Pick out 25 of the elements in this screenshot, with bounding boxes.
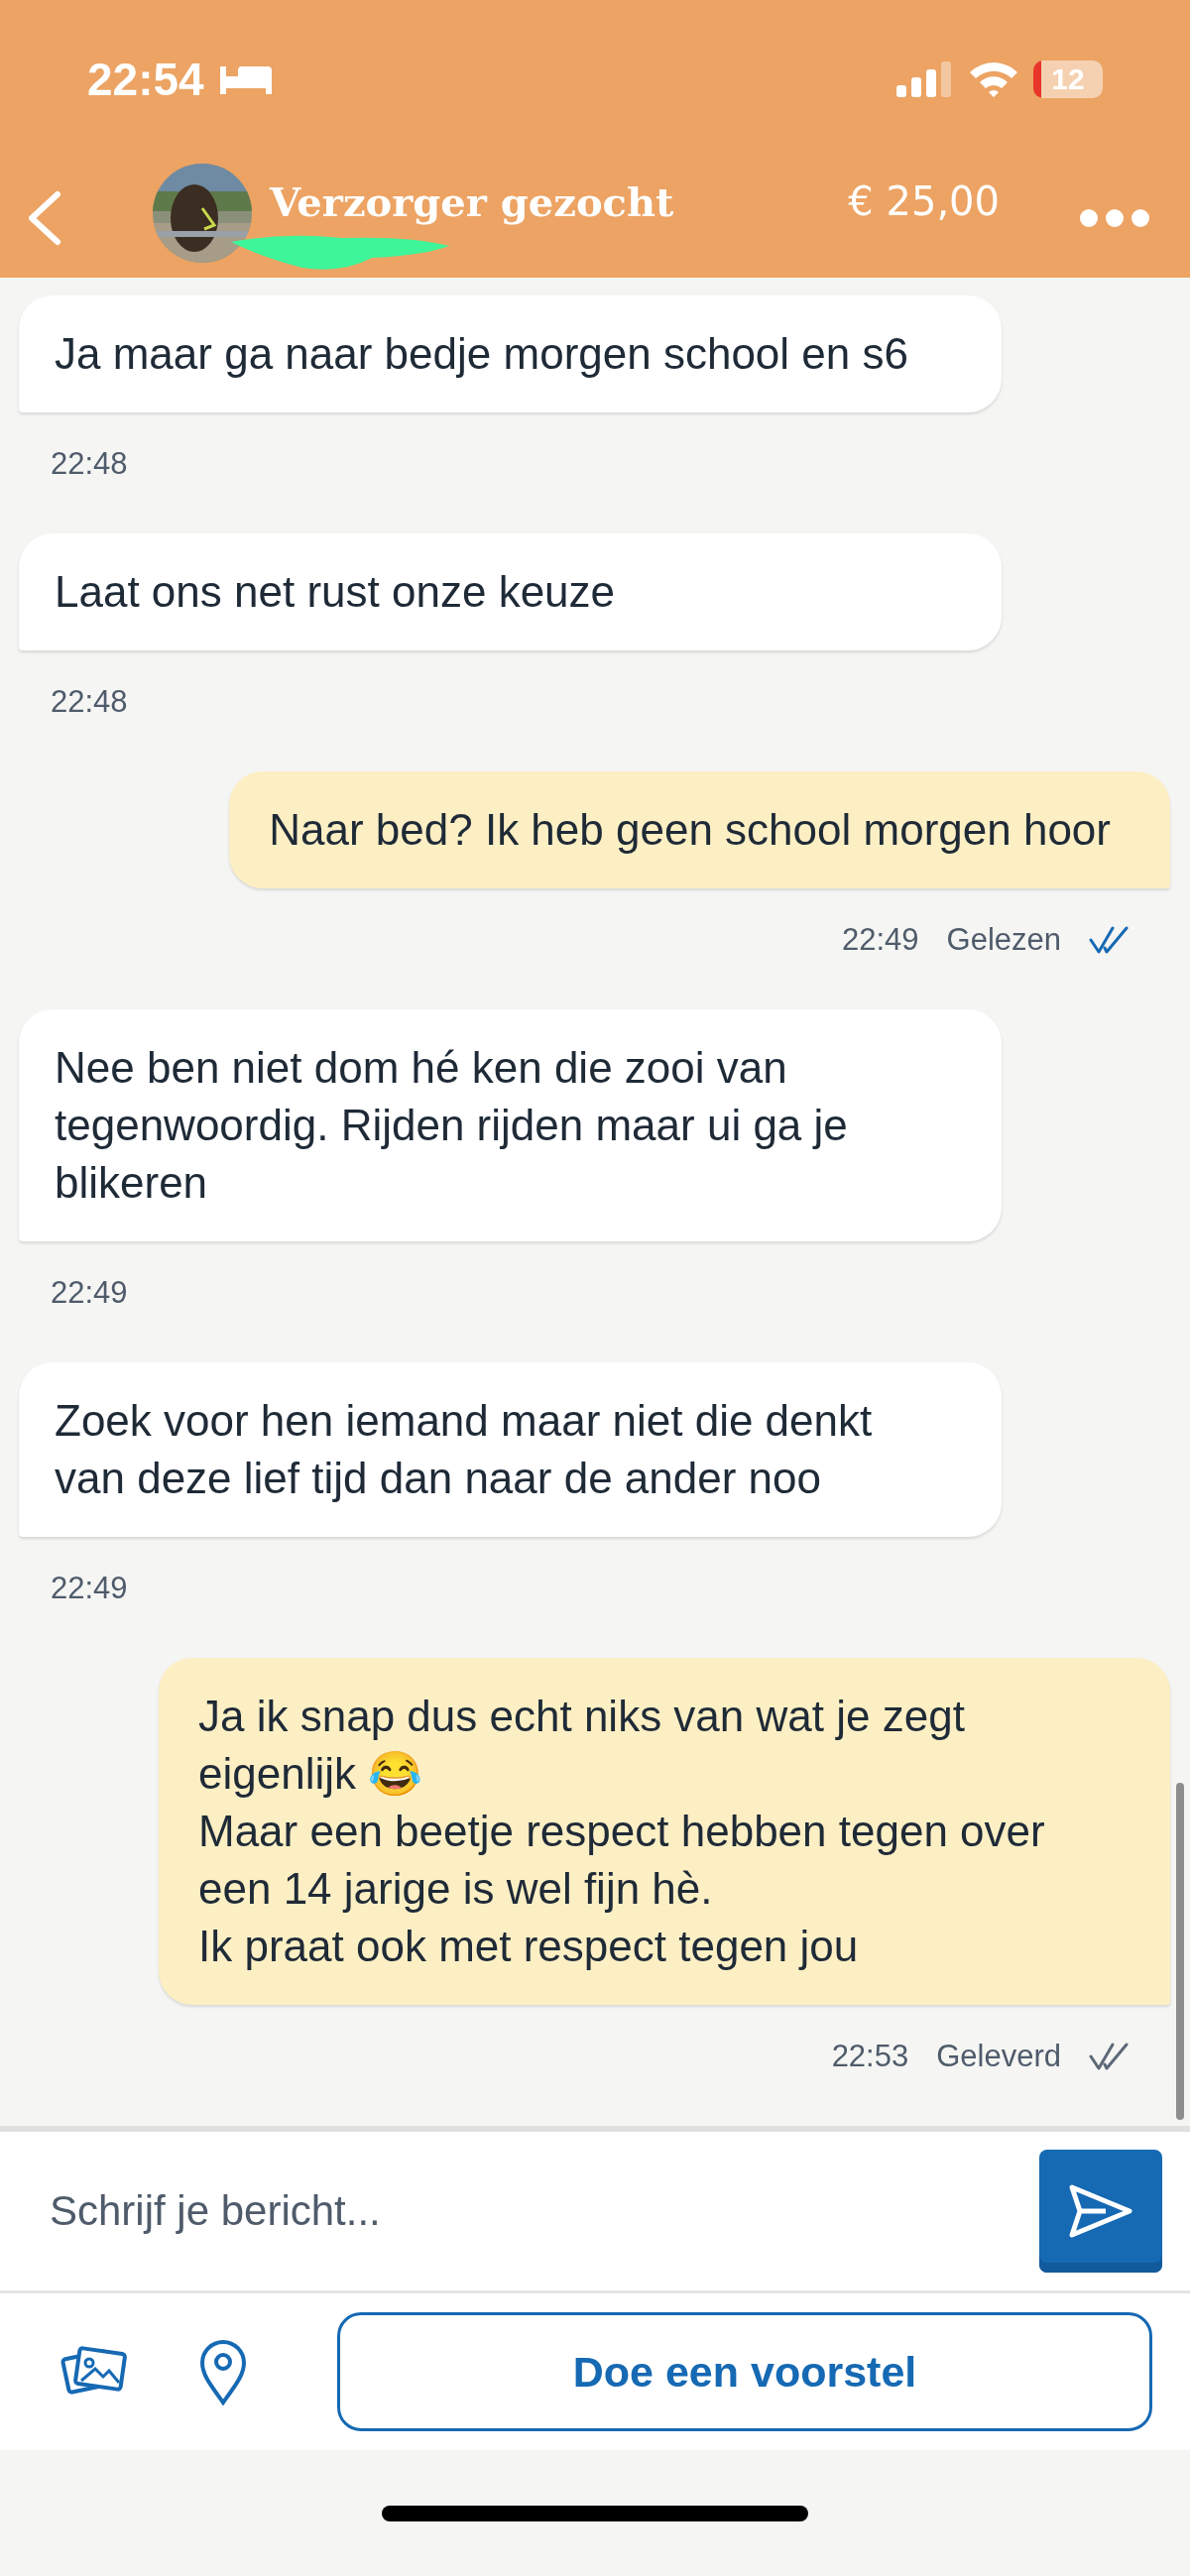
message-bubble: Ja ik snap dus echt niks van wat je zegt eigenlijk 😂 Maar een beetje respect hebben tegen over een 14 jarige is wel fijn hè. Ik praat ook met respect tegen jou xyxy=(159,1658,1170,2005)
listing-price: € 25,00 xyxy=(848,178,1000,224)
home-indicator[interactable] xyxy=(382,2505,808,2521)
message-bubble: Naar bed? Ik heb geen school morgen hoor xyxy=(229,771,1170,888)
send-button[interactable] xyxy=(1039,2150,1162,2273)
message-time: 22:49 xyxy=(841,922,919,958)
clock: 22:54 xyxy=(87,53,204,106)
message-time: 22:49 xyxy=(51,1275,128,1311)
message-bubble: Ja maar ga naar bedje morgen school en s6 xyxy=(19,295,1002,412)
message-bubble: Zoek voor hen iemand maar niet die denkt van deze lief tijd dan naar de ander noo xyxy=(19,1362,1002,1537)
message-bubble: Nee ben niet dom hé ken die zooi van tegenwoordig. Rijden rijden maar ui ga je blikeren xyxy=(19,1009,1002,1241)
scrollbar[interactable] xyxy=(1176,1783,1184,2120)
message-bubble: Laat ons net rust onze keuze xyxy=(19,533,1002,650)
message-field[interactable]: Schrijf je bericht... xyxy=(0,2132,1190,2290)
message-status: Geleverd xyxy=(936,2039,1061,2074)
message-status: Gelezen xyxy=(946,922,1061,958)
message-time: 22:48 xyxy=(51,446,128,482)
message-time: 22:53 xyxy=(831,2039,909,2074)
message-time: 22:48 xyxy=(51,684,128,720)
wifi-icon xyxy=(968,60,1019,98)
battery-level: 12 xyxy=(1051,62,1085,96)
listing-title: Verzorger gezocht xyxy=(270,177,674,225)
message-time: 22:49 xyxy=(51,1571,128,1606)
signal-icon xyxy=(896,61,954,97)
offer-button[interactable]: Doe een voorstel xyxy=(337,2312,1152,2431)
